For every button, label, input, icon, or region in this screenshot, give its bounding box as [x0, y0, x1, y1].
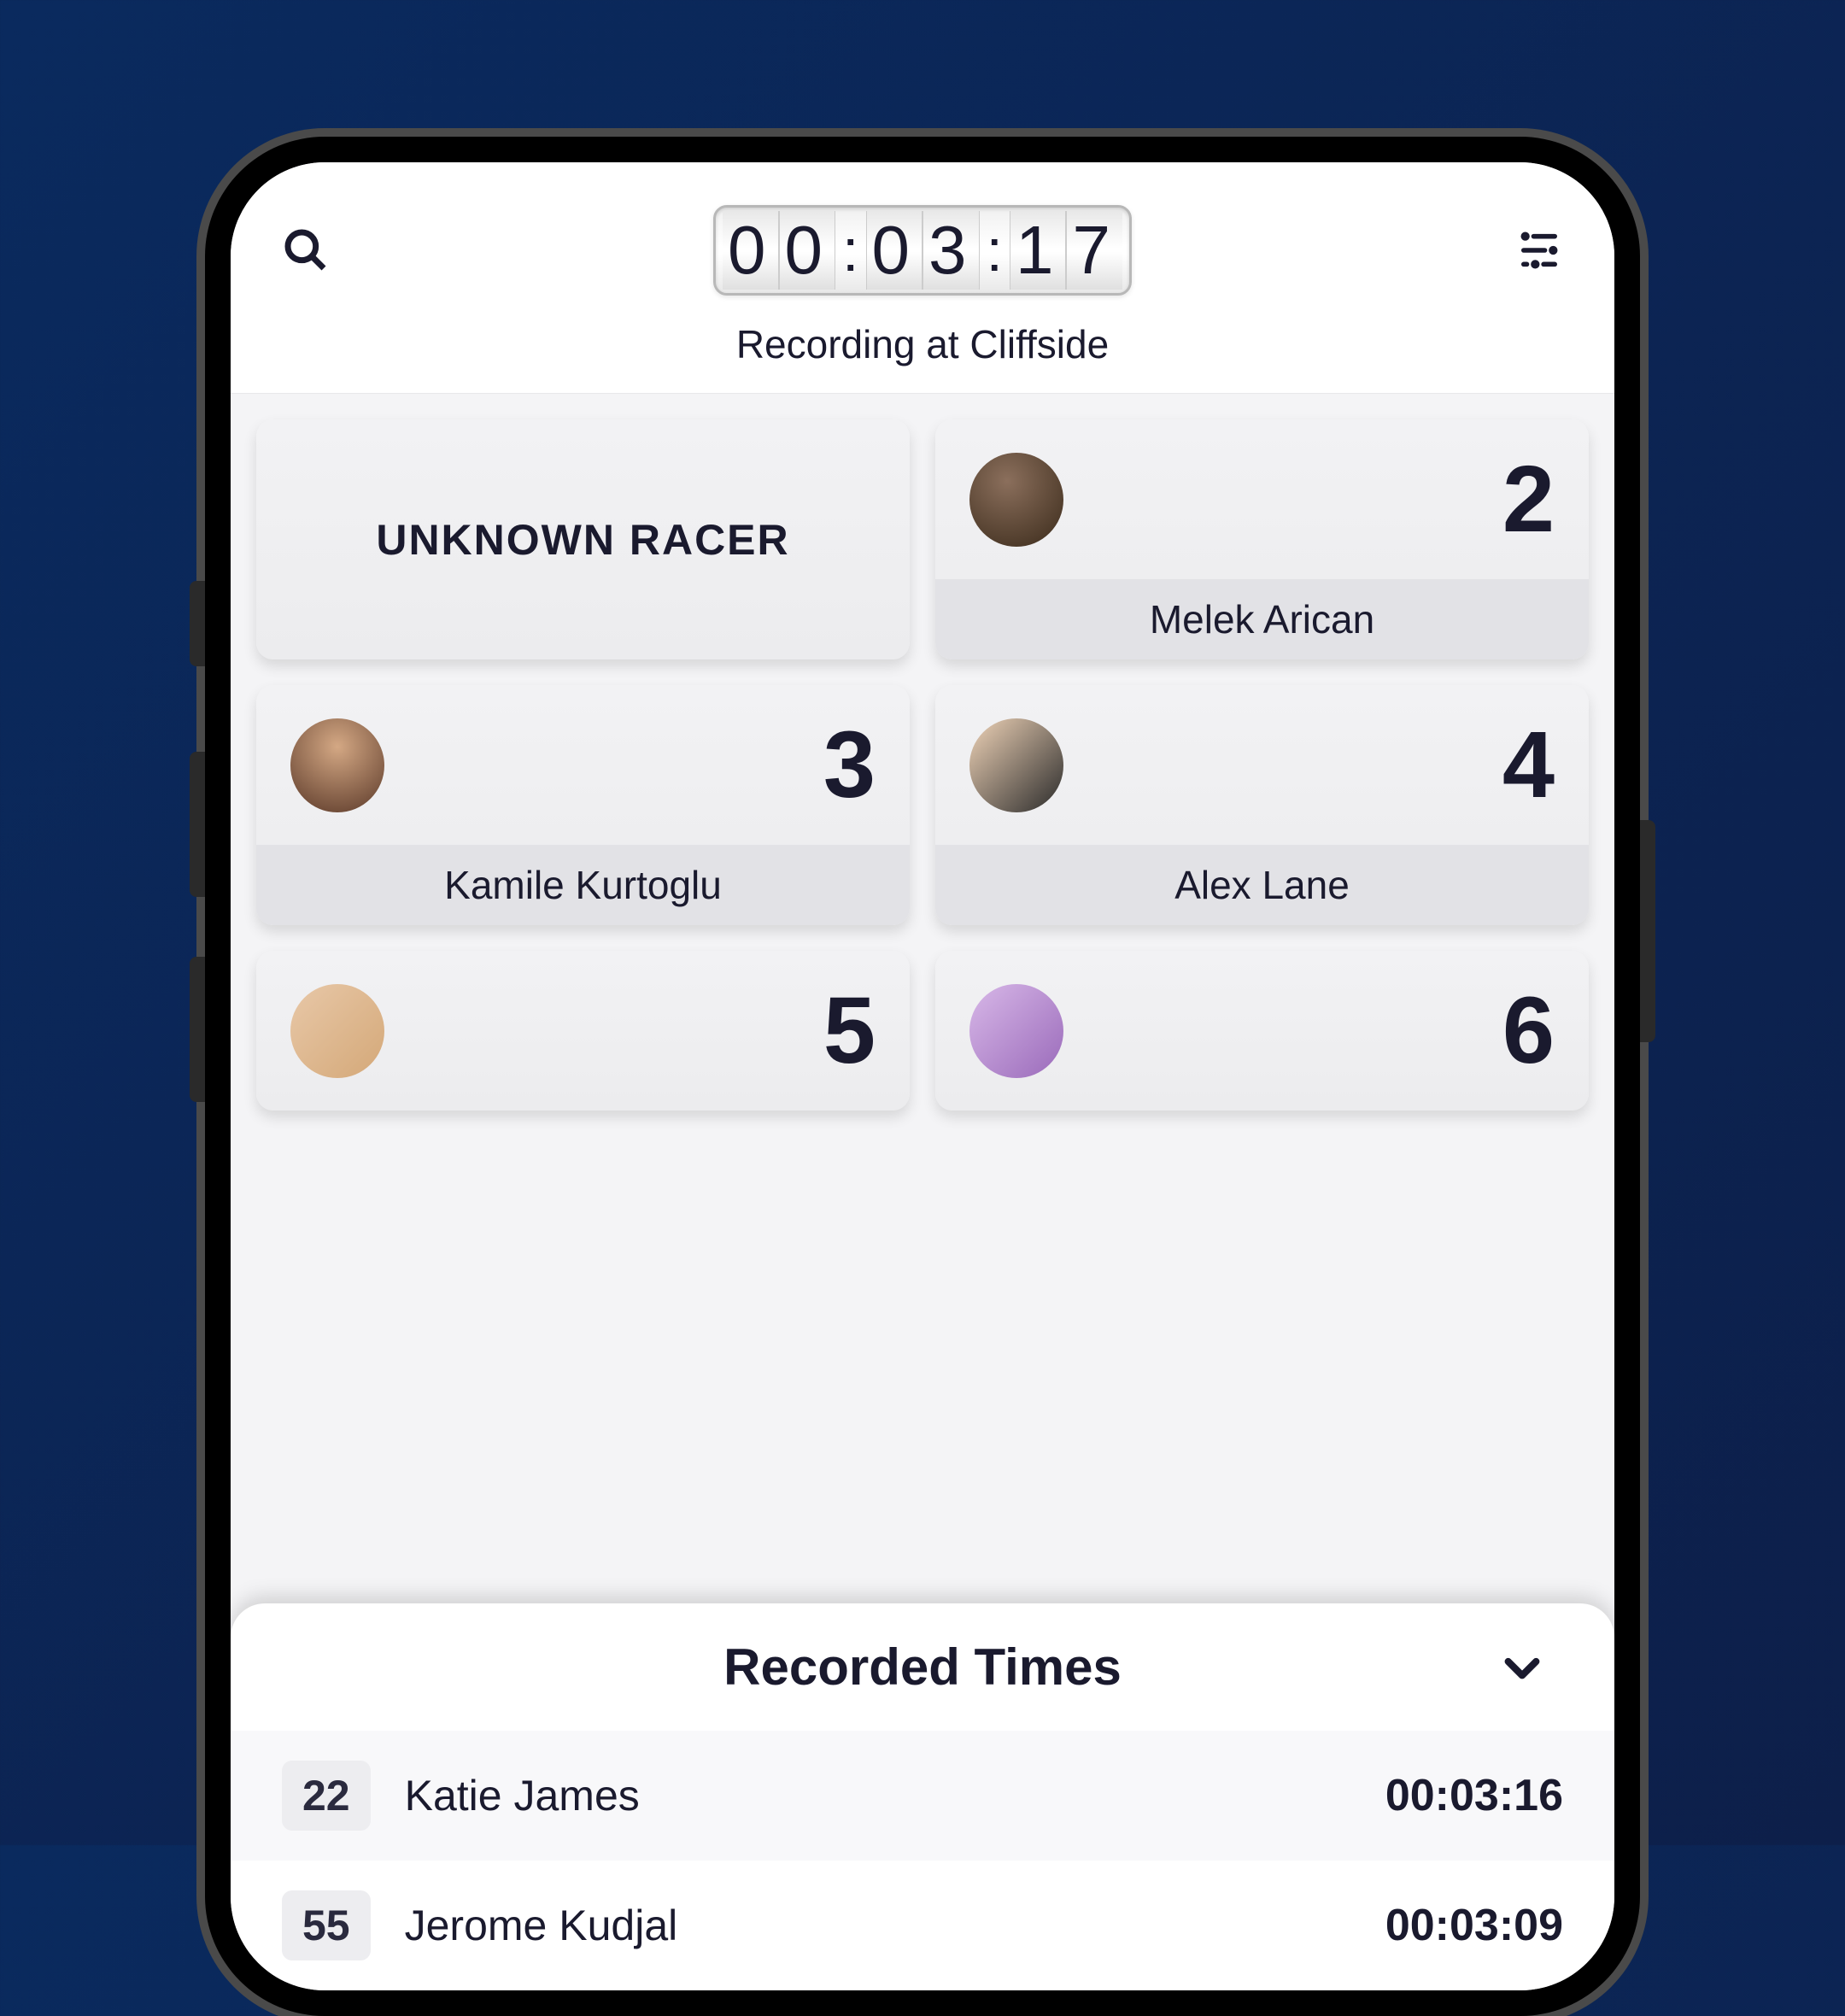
avatar [969, 453, 1063, 547]
timer-colon: : [980, 216, 1010, 284]
racer-card-2[interactable]: 2 Melek Arican [935, 419, 1589, 659]
racer-card-top: 6 [935, 951, 1589, 1111]
recording-location-label: Recording at Cliffside [736, 321, 1109, 367]
unknown-racer-card[interactable]: UNKNOWN RACER [256, 419, 910, 659]
recorded-row-time: 00:03:09 [1385, 1900, 1563, 1951]
timer-digit: 1 [1010, 211, 1067, 290]
recorded-time-row[interactable]: 22 Katie James 00:03:16 [231, 1731, 1614, 1861]
recorded-times-title: Recorded Times [723, 1638, 1122, 1697]
racer-name: Alex Lane [935, 845, 1589, 925]
avatar [290, 718, 384, 812]
phone-volume-up [190, 752, 205, 897]
racer-number: 4 [1502, 711, 1555, 819]
racer-card-6[interactable]: 6 [935, 951, 1589, 1111]
racer-grid: UNKNOWN RACER 2 Melek Arican 3 Kamile Ku… [231, 394, 1614, 1136]
phone-volume-down [190, 957, 205, 1102]
racer-card-3[interactable]: 3 Kamile Kurtoglu [256, 685, 910, 925]
racer-card-top: 4 [935, 685, 1589, 845]
racer-number: 6 [1502, 976, 1555, 1085]
screen: 0 0 : 0 3 : 1 7 [231, 162, 1614, 1990]
recorded-times-panel: Recorded Times 22 Katie James 00:03:16 5… [231, 1603, 1614, 1990]
racer-number: 2 [1502, 445, 1555, 554]
recorded-row-name: Katie James [405, 1771, 1351, 1820]
recorded-times-header[interactable]: Recorded Times [231, 1603, 1614, 1731]
timer-digit: 7 [1066, 211, 1122, 290]
racer-card-4[interactable]: 4 Alex Lane [935, 685, 1589, 925]
racer-card-5[interactable]: 5 [256, 951, 910, 1111]
phone-frame: 0 0 : 0 3 : 1 7 [205, 137, 1640, 2016]
recorded-row-time: 00:03:16 [1385, 1770, 1563, 1821]
timer-digit: 0 [779, 211, 836, 290]
racer-name: Melek Arican [935, 579, 1589, 659]
phone-side-button [190, 581, 205, 666]
racer-name: Kamile Kurtoglu [256, 845, 910, 925]
phone-power-button [1640, 820, 1655, 1042]
chevron-down-icon[interactable] [1498, 1644, 1546, 1691]
avatar [290, 984, 384, 1078]
recorded-row-number: 55 [282, 1890, 371, 1960]
racer-card-top: 3 [256, 685, 910, 845]
unknown-racer-label: UNKNOWN RACER [376, 515, 789, 565]
timer-digit: 3 [922, 211, 980, 290]
timer-colon: : [835, 216, 865, 284]
settings-icon[interactable] [1515, 226, 1563, 274]
racer-number: 5 [823, 976, 876, 1085]
avatar [969, 718, 1063, 812]
search-icon[interactable] [282, 226, 330, 274]
avatar [969, 984, 1063, 1078]
timer-display: 0 0 : 0 3 : 1 7 [713, 205, 1132, 296]
racer-number: 3 [823, 711, 876, 819]
racer-card-top: 2 [935, 419, 1589, 579]
recorded-row-name: Jerome Kudjal [405, 1901, 1351, 1950]
recorded-time-row[interactable]: 55 Jerome Kudjal 00:03:09 [231, 1861, 1614, 1990]
timer-digit: 0 [866, 211, 923, 290]
timer-digit: 0 [723, 211, 779, 290]
header-top-row: 0 0 : 0 3 : 1 7 [282, 205, 1563, 296]
app-header: 0 0 : 0 3 : 1 7 [231, 162, 1614, 394]
racer-card-top: 5 [256, 951, 910, 1111]
recorded-row-number: 22 [282, 1761, 371, 1831]
